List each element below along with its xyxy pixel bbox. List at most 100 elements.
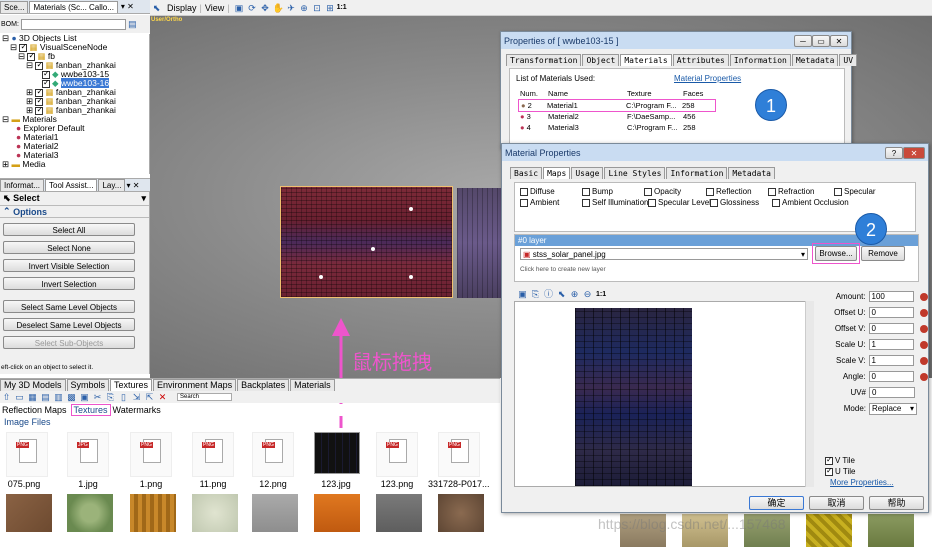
preview-scrollbar[interactable] <box>805 301 814 487</box>
tab-watermarks[interactable]: Watermarks <box>113 405 161 415</box>
texture-swatch[interactable] <box>130 494 176 532</box>
tab-line-styles[interactable]: Line Styles <box>604 166 666 179</box>
scale-v-input[interactable]: 1 <box>868 355 915 366</box>
folder-icon[interactable]: ▭ <box>14 392 25 402</box>
u-tile-checkbox[interactable]: U Tile <box>825 466 855 476</box>
solar-panel-selected[interactable] <box>280 186 453 298</box>
tab-information-props[interactable]: Information <box>729 53 791 66</box>
tab-symbols[interactable]: Symbols <box>66 379 110 391</box>
cut-icon[interactable]: ✂ <box>92 392 103 402</box>
menu-display[interactable]: Display <box>167 3 197 13</box>
tab-textures-sub[interactable]: Textures <box>70 404 111 416</box>
texture-swatch[interactable] <box>438 494 484 532</box>
list-view-icon[interactable]: ▤ <box>40 392 51 402</box>
mode-dropdown[interactable]: Replace ▾ <box>869 402 917 415</box>
new-layer-hint[interactable]: Click here to create new layer <box>520 266 606 273</box>
invert-visible-button[interactable]: Invert Visible Selection <box>3 259 135 272</box>
texture-swatch[interactable] <box>868 514 914 547</box>
tab-materials[interactable]: Materials (Sc... Callo... <box>29 0 118 13</box>
pin-icon[interactable]: ▾ ✕ <box>121 2 134 11</box>
file-item[interactable]: PNG <box>130 432 172 477</box>
amount-input[interactable]: 100 <box>868 291 915 302</box>
thumb-view-icon[interactable]: ▩ <box>66 392 77 402</box>
remove-button[interactable]: Remove <box>861 246 905 261</box>
file-item[interactable]: PNG <box>438 432 480 477</box>
tab-uv[interactable]: UV <box>839 53 858 66</box>
map-reflection[interactable]: Reflection <box>706 187 768 196</box>
move-icon[interactable]: ✥ <box>260 3 271 13</box>
zoom-one-button[interactable]: 1:1 <box>596 291 606 298</box>
file-item[interactable]: PNG <box>6 432 48 477</box>
v-tile-checkbox[interactable]: V Tile <box>825 455 855 465</box>
select-none-button[interactable]: Select None <box>3 241 135 254</box>
tab-maps[interactable]: Maps <box>543 166 571 179</box>
map-specular-level[interactable]: Specular Level <box>648 198 711 207</box>
texture-swatch[interactable] <box>806 514 852 547</box>
close-icon[interactable]: ▾ ✕ <box>126 181 139 190</box>
zoom-in-icon[interactable]: ⊕ <box>569 289 580 299</box>
offset-u-input[interactable]: 0 <box>868 307 915 318</box>
close-icon[interactable]: ✕ <box>830 34 848 47</box>
tab-backplates[interactable]: Backplates <box>237 379 290 391</box>
map-glossiness[interactable]: Glossiness <box>710 198 772 207</box>
texture-preview[interactable] <box>514 301 814 487</box>
tab-environment-maps[interactable]: Environment Maps <box>153 379 237 391</box>
map-ambient-occlusion[interactable]: Ambient Occlusion <box>772 198 849 207</box>
reset-icon[interactable] <box>920 340 928 349</box>
angle-input[interactable]: 0 <box>868 371 915 382</box>
deselect-same-level-button[interactable]: Deselect Same Level Objects <box>3 318 135 331</box>
zoom-one-button[interactable]: 1:1 <box>337 4 347 11</box>
offset-v-input[interactable]: 0 <box>868 323 915 334</box>
doc-icon[interactable]: ▤ <box>127 19 138 29</box>
reset-icon[interactable] <box>920 308 928 317</box>
map-specular[interactable]: Specular <box>834 187 876 196</box>
table-row[interactable]: ● 3 Material2 F:\DaeSamp... 456 <box>520 112 713 121</box>
tab-basic[interactable]: Basic <box>510 166 543 179</box>
texture-swatch[interactable] <box>314 494 360 532</box>
tab-tool-assistant[interactable]: Tool Assist... <box>45 179 98 191</box>
close-icon[interactable]: ✕ <box>903 146 925 159</box>
select-all-button[interactable]: Select All <box>3 223 135 236</box>
options-section[interactable]: ⌃ Options <box>0 205 149 218</box>
tab-metadata-mat[interactable]: Metadata <box>728 166 775 179</box>
file-thumb-solar[interactable] <box>314 432 360 474</box>
ok-button[interactable]: 确定 <box>749 496 804 510</box>
tree-node-visual-scene[interactable]: ⊟ ▦ VisualSceneNode <box>0 42 149 52</box>
tab-usage[interactable]: Usage <box>571 166 604 179</box>
grid-view-icon[interactable]: ▦ <box>27 392 38 402</box>
tab-attributes[interactable]: Attributes <box>672 53 729 66</box>
save-icon[interactable]: ▣ <box>517 289 528 299</box>
tab-metadata-props[interactable]: Metadata <box>791 53 839 66</box>
reset-icon[interactable] <box>920 356 928 365</box>
bom-dropdown[interactable] <box>20 18 126 30</box>
save-icon[interactable]: ▣ <box>234 3 245 13</box>
pan-icon[interactable]: ✋ <box>273 3 284 13</box>
select-section[interactable]: ⬉ Select ▾ <box>0 192 149 205</box>
minimize-icon[interactable]: ─ <box>794 34 812 47</box>
reset-icon[interactable] <box>920 372 928 381</box>
texture-swatch[interactable] <box>6 494 52 532</box>
material-properties-link[interactable]: Material Properties <box>674 74 741 83</box>
reset-icon[interactable] <box>920 324 928 333</box>
file-item[interactable]: PNG <box>192 432 234 477</box>
large-view-icon[interactable]: ▣ <box>79 392 90 402</box>
delete-icon[interactable]: ✕ <box>157 392 168 402</box>
arrow-icon[interactable]: ⬉ <box>556 289 567 299</box>
tab-textures[interactable]: Textures <box>110 379 153 391</box>
zoom-window-icon[interactable]: ⊡ <box>312 3 323 13</box>
select-sub-objects-button[interactable]: Select Sub-Objects <box>3 336 135 349</box>
map-ambient[interactable]: Ambient <box>520 198 582 207</box>
map-diffuse[interactable]: Diffuse <box>520 187 582 196</box>
search-input[interactable]: Search <box>177 393 232 401</box>
uv-input[interactable]: 0 <box>869 387 915 398</box>
fly-icon[interactable]: ✈ <box>286 3 297 13</box>
solar-panel-second[interactable] <box>457 188 502 298</box>
file-item[interactable]: PNG <box>376 432 418 477</box>
map-bump[interactable]: Bump <box>582 187 644 196</box>
tab-my-3d-models[interactable]: My 3D Models <box>0 379 66 391</box>
import-icon[interactable]: ⇲ <box>131 392 142 402</box>
menu-view[interactable]: View <box>205 3 224 13</box>
arrow-icon[interactable]: ⬉ <box>151 3 162 13</box>
tab-information[interactable]: Informat... <box>0 179 45 191</box>
copy-icon[interactable]: ⎘ <box>530 289 541 299</box>
